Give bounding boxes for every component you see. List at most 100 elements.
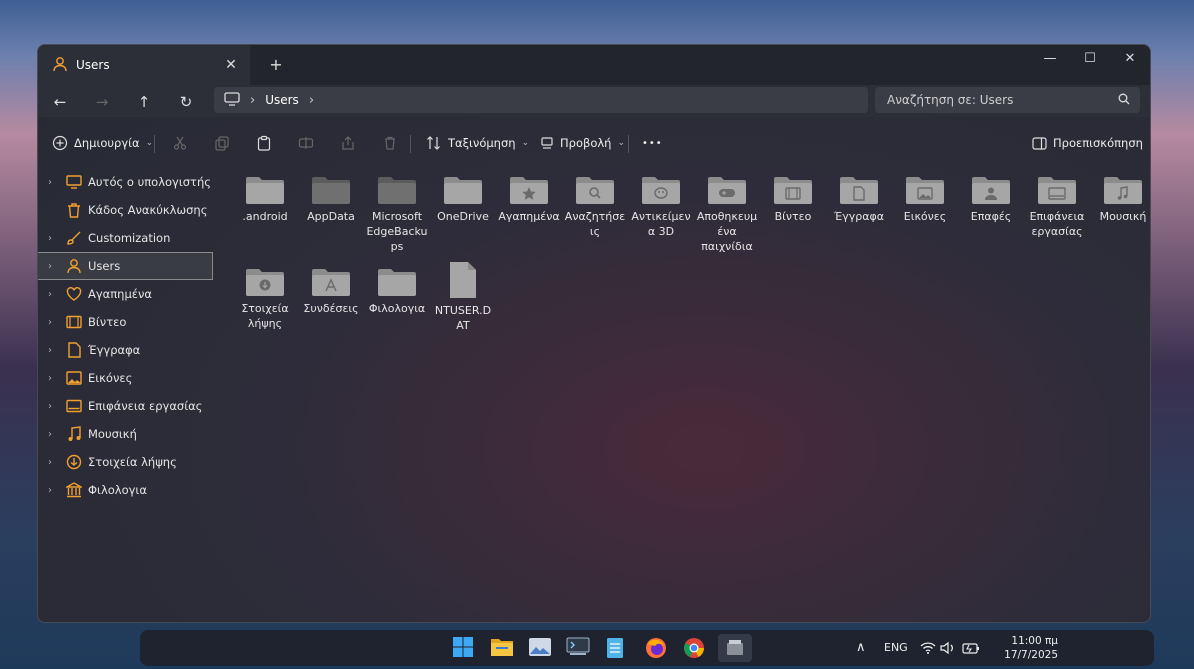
- sidebar-item-this-pc[interactable]: › Αυτός ο υπολογιστής: [38, 169, 212, 195]
- divider: [410, 135, 411, 153]
- brush-icon: [66, 230, 82, 246]
- chrome-app-icon[interactable]: [682, 636, 706, 660]
- sidebar-item-label: Users: [88, 259, 121, 273]
- documents-folder-icon: [839, 175, 879, 205]
- search-input[interactable]: Αναζήτηση σε: Users: [875, 87, 1140, 113]
- chevron-right-icon[interactable]: ›: [48, 345, 60, 356]
- sidebar-item-library[interactable]: › Φιλολογια: [38, 477, 212, 503]
- language-indicator[interactable]: ENG: [884, 630, 908, 666]
- clock[interactable]: 11:00 πμ 17/7/2025: [988, 634, 1058, 662]
- firefox-app-icon[interactable]: [644, 636, 668, 660]
- maximize-button[interactable]: ☐: [1070, 45, 1110, 73]
- chevron-right-icon[interactable]: ›: [48, 485, 60, 496]
- file-explorer-app-icon[interactable]: [490, 636, 514, 660]
- folder-item[interactable]: Επαφές: [960, 169, 1022, 224]
- chevron-right-icon[interactable]: ›: [48, 261, 60, 272]
- chevron-right-icon[interactable]: ›: [48, 233, 60, 244]
- chevron-right-icon[interactable]: ›: [48, 429, 60, 440]
- sidebar-item-pictures[interactable]: › Εικόνες: [38, 365, 212, 391]
- notepad-app-icon[interactable]: [604, 636, 628, 660]
- chevron-right-icon[interactable]: ›: [48, 401, 60, 412]
- new-button[interactable]: Δημιουργία ⌄: [52, 131, 153, 155]
- chevron-right-icon[interactable]: ›: [48, 289, 60, 300]
- refresh-icon[interactable]: ↻: [172, 91, 200, 113]
- sidebar-item-customization[interactable]: › Customization: [38, 225, 212, 251]
- folder-item[interactable]: Επιφάνεια εργασίας: [1026, 169, 1088, 239]
- tab-users[interactable]: Users ✕: [38, 45, 250, 85]
- minimize-button[interactable]: —: [1030, 45, 1070, 73]
- folder-item[interactable]: Αγαπημένα: [498, 169, 560, 224]
- share-button[interactable]: [340, 131, 362, 155]
- folder-item[interactable]: Αποθηκευμένα παιχνίδια: [696, 169, 758, 254]
- close-window-button[interactable]: ✕: [1110, 45, 1150, 73]
- sidebar-item-label: Φιλολογια: [88, 483, 147, 497]
- folder-item[interactable]: Φιλολογια: [366, 261, 428, 316]
- sort-button[interactable]: Ταξινόμηση ⌄: [426, 131, 529, 155]
- folder-item[interactable]: .android: [234, 169, 296, 224]
- chevron-right-icon[interactable]: ›: [48, 177, 60, 188]
- folder-item[interactable]: Αναζητήσεις: [564, 169, 626, 239]
- back-arrow-icon[interactable]: ←: [46, 91, 74, 113]
- delete-button[interactable]: [382, 131, 404, 155]
- up-arrow-icon[interactable]: ↑: [130, 91, 158, 113]
- chevron-down-icon: ⌄: [521, 138, 530, 148]
- folder-item[interactable]: Βίντεο: [762, 169, 824, 224]
- chevron-right-icon[interactable]: ›: [48, 373, 60, 384]
- folder-item[interactable]: Εικόνες: [894, 169, 956, 224]
- music-icon: [66, 426, 82, 442]
- folder-item[interactable]: Συνδέσεις: [300, 261, 362, 316]
- folder-item[interactable]: Μουσική: [1092, 169, 1150, 224]
- new-tab-button[interactable]: +: [266, 55, 286, 75]
- more-options-button[interactable]: •••: [642, 131, 663, 155]
- folder-item[interactable]: Έγγραφα: [828, 169, 890, 224]
- file-name: Στοιχεία λήψης: [241, 302, 289, 330]
- cut-button[interactable]: [172, 131, 194, 155]
- folder-item[interactable]: Microsoft EdgeBackups: [366, 169, 428, 254]
- start-windows-icon[interactable]: [452, 636, 476, 660]
- chevron-right-icon[interactable]: ›: [48, 457, 60, 468]
- downloads-folder-icon: [245, 267, 285, 297]
- file-name: Μουσική: [1099, 210, 1147, 223]
- file-item[interactable]: NTUSER.DAT: [432, 261, 494, 333]
- photos-app-icon[interactable]: [528, 636, 552, 660]
- chevron-up-icon[interactable]: ∧: [856, 630, 866, 666]
- terminal-app-icon[interactable]: [566, 636, 590, 660]
- sidebar-item-music[interactable]: › Μουσική: [38, 421, 212, 447]
- file-name: Microsoft EdgeBackups: [366, 210, 428, 253]
- sidebar-item-downloads[interactable]: › Στοιχεία λήψης: [38, 449, 212, 475]
- rename-button[interactable]: [298, 131, 320, 155]
- sidebar-item-documents[interactable]: › Έγγραφα: [38, 337, 212, 363]
- chevron-right-icon[interactable]: ›: [250, 93, 255, 108]
- folder-item[interactable]: Στοιχεία λήψης: [234, 261, 296, 331]
- preview-pane-button[interactable]: Προεπισκόπηση: [1032, 131, 1143, 155]
- sidebar-item-recycle-bin[interactable]: Κάδος Ανακύκλωσης: [38, 197, 212, 223]
- desktop-icon: [66, 398, 82, 414]
- folder-icon: [245, 175, 285, 205]
- chevron-right-icon[interactable]: ›: [48, 317, 60, 328]
- view-button[interactable]: Προβολή ⌄: [540, 131, 625, 155]
- breadcrumb-users[interactable]: Users: [265, 93, 299, 107]
- clipboard-icon: [257, 135, 271, 151]
- sidebar-item-desktop[interactable]: › Επιφάνεια εργασίας: [38, 393, 212, 419]
- folder-item[interactable]: OneDrive: [432, 169, 494, 224]
- search-icon[interactable]: [1118, 93, 1130, 108]
- paste-button[interactable]: [256, 131, 278, 155]
- address-bar[interactable]: › Users ›: [214, 87, 868, 113]
- folder-item[interactable]: Αντικείμενα 3D: [630, 169, 692, 239]
- forward-arrow-icon[interactable]: →: [88, 91, 116, 113]
- wifi-icon[interactable]: [920, 630, 936, 666]
- copy-button[interactable]: [214, 131, 236, 155]
- new-label: Δημιουργία: [74, 136, 140, 150]
- active-app-icon[interactable]: [718, 634, 752, 662]
- sidebar-item-users[interactable]: › Users: [38, 252, 213, 280]
- chevron-down-icon: ⌄: [145, 138, 154, 148]
- volume-icon[interactable]: [940, 630, 956, 666]
- close-tab-icon[interactable]: ✕: [222, 56, 240, 74]
- folder-item[interactable]: AppData: [300, 169, 362, 224]
- battery-icon[interactable]: [962, 630, 980, 666]
- chevron-right-icon[interactable]: ›: [309, 93, 314, 108]
- sidebar-item-videos[interactable]: › Βίντεο: [38, 309, 212, 335]
- preview-pane-icon: [1032, 136, 1047, 150]
- sidebar-item-label: Αυτός ο υπολογιστής: [88, 175, 211, 189]
- sidebar-item-favorites[interactable]: › Αγαπημένα: [38, 281, 212, 307]
